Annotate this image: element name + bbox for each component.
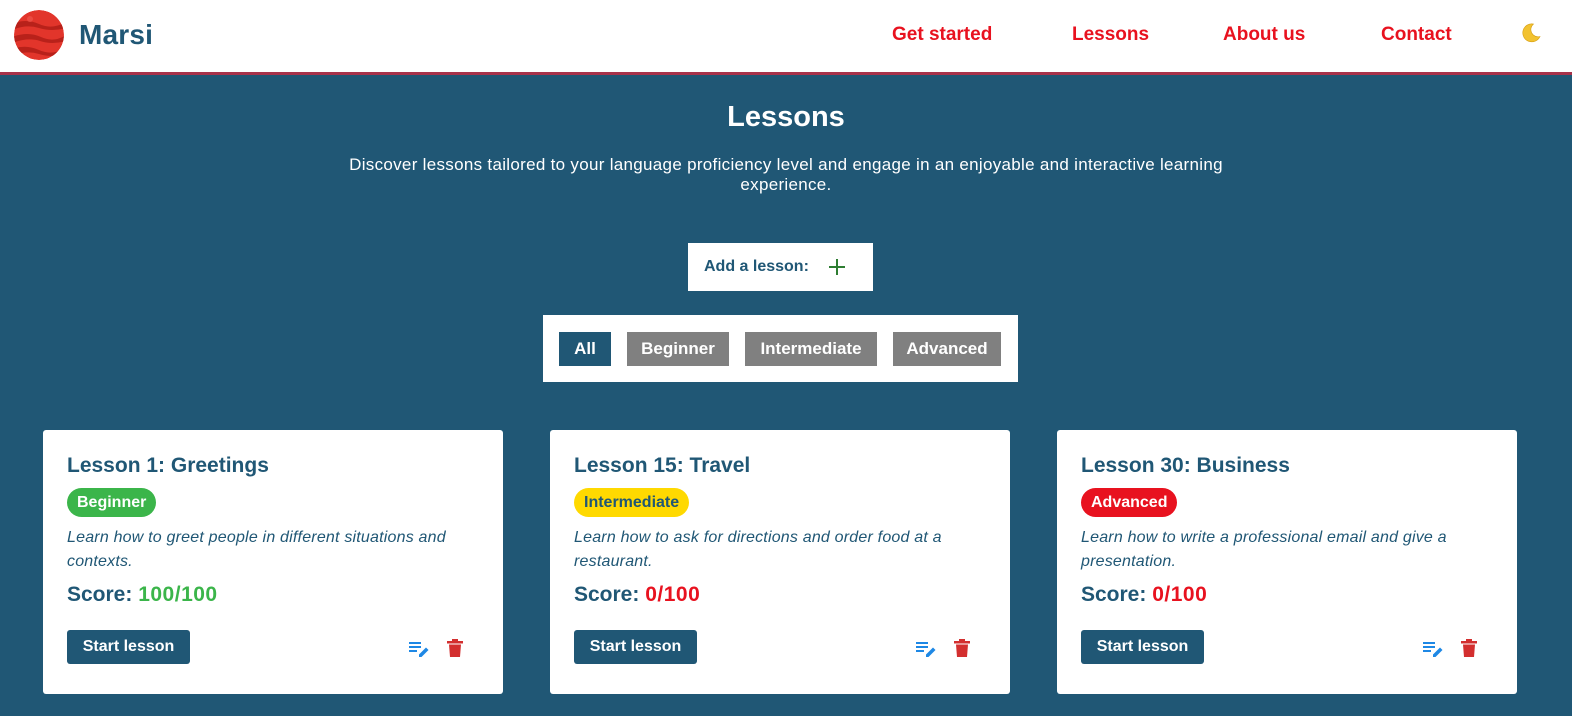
lesson-card: Lesson 1: Greetings Beginner Learn how t… — [43, 430, 503, 694]
lesson-description: Learn how to write a professional email … — [1081, 529, 1447, 570]
nav-get-started[interactable]: Get started — [892, 24, 992, 46]
lesson-score: Score: 100/100 — [67, 583, 218, 607]
level-filter: All Beginner Intermediate Advanced — [543, 315, 1018, 382]
lesson-title: Lesson 30: Business — [1081, 454, 1290, 477]
score-label: Score: — [574, 583, 640, 606]
lesson-description: Learn how to greet people in different s… — [67, 529, 446, 570]
trash-icon[interactable] — [1458, 637, 1480, 659]
filter-all[interactable]: All — [559, 332, 611, 366]
score-label: Score: — [1081, 583, 1147, 606]
page-title: Lessons — [727, 101, 845, 133]
lesson-card: Lesson 15: Travel Intermediate Learn how… — [550, 430, 1010, 694]
edit-icon[interactable] — [915, 637, 937, 659]
score-label: Score: — [67, 583, 133, 606]
level-badge-beginner: Beginner — [67, 488, 157, 517]
add-lesson-box: Add a lesson: — [688, 243, 873, 291]
site-header: Marsi Get started Lessons About us Conta… — [0, 0, 1572, 75]
score-value: 0/100 — [1152, 583, 1208, 606]
lesson-description: Learn how to ask for directions and orde… — [574, 529, 942, 570]
edit-icon[interactable] — [1422, 637, 1444, 659]
lesson-card: Lesson 30: Business Advanced Learn how t… — [1057, 430, 1517, 694]
start-lesson-button[interactable]: Start lesson — [1081, 630, 1204, 664]
nav-contact[interactable]: Contact — [1381, 24, 1452, 46]
lesson-score: Score: 0/100 — [1081, 583, 1207, 607]
level-badge-intermediate: Intermediate — [574, 488, 690, 517]
edit-icon[interactable] — [408, 637, 430, 659]
lesson-title: Lesson 15: Travel — [574, 454, 751, 477]
trash-icon[interactable] — [444, 637, 466, 659]
trash-icon[interactable] — [951, 637, 973, 659]
filter-advanced[interactable]: Advanced — [893, 332, 1001, 366]
nav-lessons[interactable]: Lessons — [1072, 24, 1149, 46]
moon-icon[interactable] — [1519, 21, 1543, 45]
start-lesson-button[interactable]: Start lesson — [67, 630, 190, 664]
filter-intermediate[interactable]: Intermediate — [745, 332, 877, 366]
lesson-score: Score: 0/100 — [574, 583, 700, 607]
lesson-title: Lesson 1: Greetings — [67, 454, 269, 477]
start-lesson-button[interactable]: Start lesson — [574, 630, 697, 664]
score-value: 100/100 — [138, 583, 218, 606]
main-nav: Get started Lessons About us Contact — [0, 0, 1572, 72]
plus-icon[interactable] — [828, 259, 845, 275]
score-value: 0/100 — [645, 583, 701, 606]
nav-about-us[interactable]: About us — [1223, 24, 1305, 46]
filter-beginner[interactable]: Beginner — [627, 332, 729, 366]
level-badge-advanced: Advanced — [1081, 488, 1178, 517]
page-intro: Discover lessons tailored to your langua… — [349, 155, 1223, 194]
add-lesson-label: Add a lesson: — [704, 258, 809, 275]
